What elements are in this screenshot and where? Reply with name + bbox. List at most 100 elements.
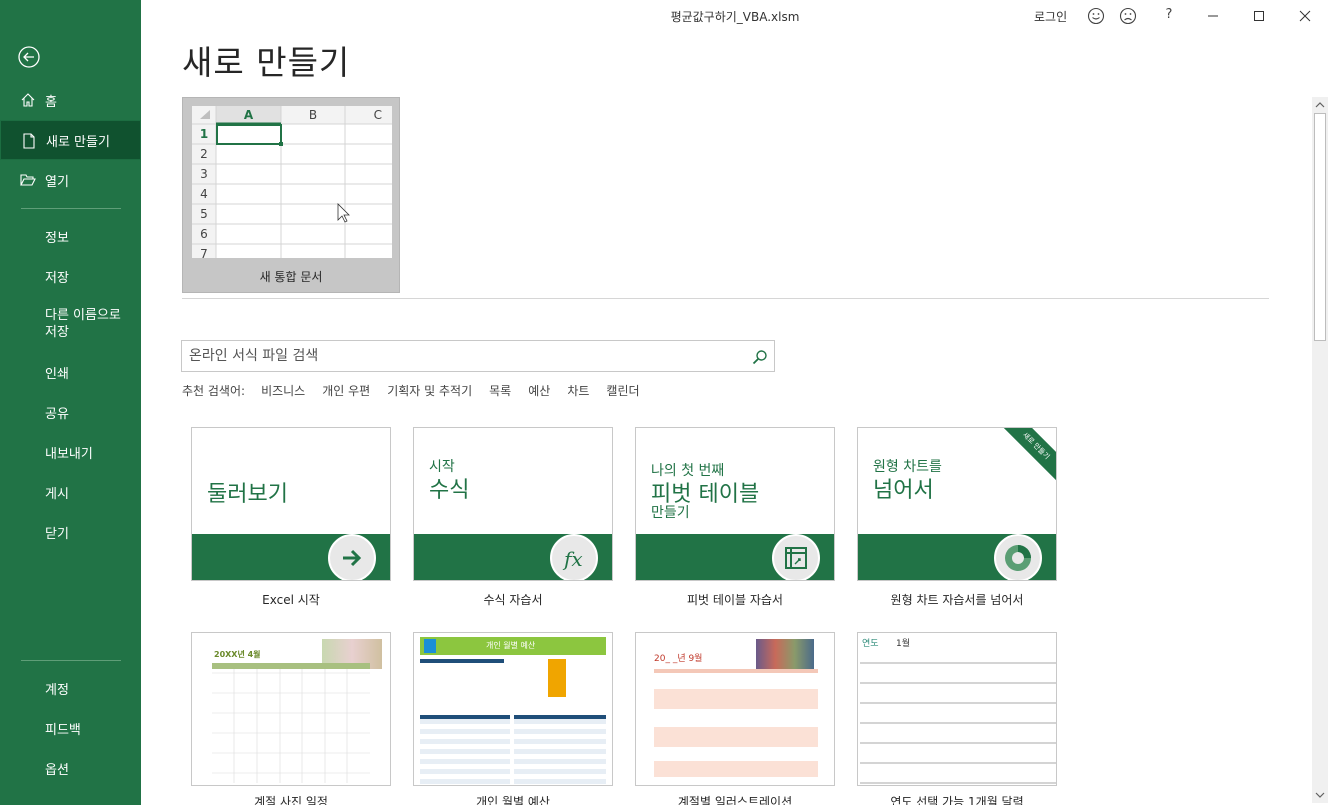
column-header-b: B	[308, 108, 318, 122]
function-fx-icon: fx	[550, 534, 598, 580]
template-search-input[interactable]	[189, 346, 749, 366]
row-header-6: 6	[200, 227, 208, 241]
template-label: 계절 사진 일정	[254, 795, 328, 805]
template-personal-monthly-budget[interactable]: 개인 월별 예산	[413, 632, 613, 786]
signin-link[interactable]: 로그인	[1034, 8, 1067, 25]
sidebar-item-options[interactable]: 옵션	[0, 748, 141, 788]
suggested-label: 추천 검색어:	[182, 384, 246, 398]
blank-workbook-label: 새 통합 문서	[259, 270, 323, 284]
sidebar-item-open[interactable]: 열기	[0, 160, 141, 200]
search-icon[interactable]	[752, 349, 768, 365]
title-bar: 평균값구하기_VBA.xlsm	[141, 0, 1329, 32]
template-label: 수식 자습서	[483, 593, 543, 607]
close-button[interactable]	[1282, 0, 1328, 32]
sidebar-item-label: 새로 만들기	[46, 134, 110, 150]
template-formula[interactable]: 시작 수식 fx	[413, 427, 613, 581]
close-icon	[1299, 10, 1311, 22]
sidebar-item-share[interactable]: 공유	[0, 392, 141, 432]
template-pie-chart[interactable]: 새로 만들기 원형 차트를 넘어서	[857, 427, 1057, 581]
template-label: 원형 차트 자습서를 넘어서	[890, 593, 1024, 607]
row-header-2: 2	[200, 147, 208, 161]
row-header-5: 5	[200, 207, 208, 221]
template-heading: 개인 월별 예산	[486, 641, 536, 650]
calendar-grid-lines	[212, 669, 370, 783]
template-week-row	[654, 689, 818, 709]
sidebar-item-label: 옵션	[45, 762, 69, 778]
template-weekday-bar	[654, 669, 818, 673]
blank-workbook-tile[interactable]: A B C 1 2 3 4 5 6 7 새 통합 문서	[182, 97, 400, 293]
template-label: 피벗 테이블 자습서	[687, 593, 783, 607]
suggested-searches: 추천 검색어: 비즈니스 개인 우편 기획자 및 추적기 목록 예산 차트 캘린…	[182, 382, 657, 399]
template-seasonal-photo-calendar[interactable]: 20XX년 4월	[191, 632, 391, 786]
svg-text:fx: fx	[562, 547, 583, 571]
sidebar-item-label: 인쇄	[45, 366, 69, 382]
template-seasonal-illustration[interactable]: 20_ _년 9월	[635, 632, 835, 786]
vertical-scrollbar[interactable]	[1312, 97, 1328, 803]
help-button[interactable]: ?	[1160, 7, 1178, 25]
template-highlight-block	[548, 659, 566, 697]
page-title: 새로 만들기	[182, 43, 351, 82]
sidebar-item-label: 저장	[45, 270, 69, 286]
template-label: 계절별 일러스트레이션	[677, 795, 793, 805]
calendar-grid-lines	[860, 662, 1056, 784]
maximize-button[interactable]	[1236, 0, 1282, 32]
template-week-row	[654, 727, 818, 747]
row-header-7: 7	[200, 247, 208, 258]
sidebar-item-label: 다른 이름으로 저장	[45, 308, 121, 340]
template-pivot[interactable]: 나의 첫 번째 피벗 테이블 만들기	[635, 427, 835, 581]
row-header-4: 4	[200, 187, 208, 201]
minimize-button[interactable]	[1190, 0, 1236, 32]
folder-open-icon	[20, 172, 36, 188]
sidebar-item-label: 정보	[45, 230, 69, 246]
template-label: 연도 선택 가능 1개월 달력	[890, 795, 1024, 805]
frown-feedback-icon[interactable]	[1119, 7, 1137, 25]
sidebar-item-home[interactable]: 홈	[0, 80, 141, 120]
sidebar-item-save[interactable]: 저장	[0, 256, 141, 296]
suggested-search-calendar[interactable]: 캘린더	[606, 382, 639, 399]
home-icon	[20, 92, 36, 108]
sidebar-item-save-as[interactable]: 다른 이름으로 저장	[0, 300, 141, 348]
section-divider	[182, 298, 1269, 299]
template-extra-text: 만들기	[651, 505, 690, 521]
template-tour[interactable]: 둘러보기	[191, 427, 391, 581]
template-year-month-calendar[interactable]: 연도 1월	[857, 632, 1057, 786]
suggested-search-personal-letter[interactable]: 개인 우편	[322, 382, 370, 399]
suggested-search-business[interactable]: 비즈니스	[261, 382, 305, 399]
scrollbar-thumb[interactable]	[1314, 113, 1326, 341]
sidebar-item-label: 열기	[45, 174, 69, 190]
sidebar-item-account[interactable]: 계정	[0, 668, 141, 708]
minimize-icon	[1208, 15, 1218, 17]
sidebar-item-new[interactable]: 새로 만들기	[0, 120, 141, 160]
suggested-search-chart[interactable]: 차트	[567, 382, 589, 399]
sidebar-item-label: 닫기	[45, 526, 69, 542]
pivot-table-icon	[772, 534, 820, 580]
sidebar-item-feedback[interactable]: 피드백	[0, 708, 141, 748]
new-document-icon	[21, 133, 37, 149]
scroll-down-icon	[1315, 792, 1325, 798]
scroll-up-icon	[1315, 102, 1325, 108]
sidebar-item-close[interactable]: 닫기	[0, 512, 141, 552]
document-title: 평균값구하기_VBA.xlsm	[670, 10, 800, 24]
sidebar-item-export[interactable]: 내보내기	[0, 432, 141, 472]
template-logo	[424, 639, 436, 653]
sidebar-item-info[interactable]: 정보	[0, 216, 141, 256]
new-ribbon-badge: 새로 만들기	[1000, 428, 1056, 482]
template-big-text: 둘러보기	[207, 482, 288, 507]
suggested-search-list[interactable]: 목록	[489, 382, 511, 399]
blank-workbook-preview: A B C 1 2 3 4 5 6 7	[192, 106, 392, 258]
pie-chart-icon	[994, 534, 1042, 580]
sidebar-item-publish[interactable]: 게시	[0, 472, 141, 512]
smile-feedback-icon[interactable]	[1087, 7, 1105, 25]
template-heading: 20_ _년 9월	[654, 654, 703, 664]
sidebar-item-label: 공유	[45, 406, 69, 422]
suggested-search-budget[interactable]: 예산	[528, 382, 550, 399]
sidebar-item-label: 피드백	[45, 722, 81, 738]
back-arrow-icon[interactable]	[17, 45, 41, 69]
sidebar-item-print[interactable]: 인쇄	[0, 352, 141, 392]
template-search-box	[181, 340, 775, 372]
row-header-1: 1	[199, 127, 209, 141]
backstage-sidebar: 홈 새로 만들기 열기 정보 저장 다른 이름으로 저장 인쇄 공유 내보내기 …	[0, 0, 141, 805]
template-label: Excel 시작	[262, 593, 320, 607]
suggested-search-planner[interactable]: 기획자 및 추적기	[387, 382, 472, 399]
row-header-3: 3	[200, 167, 208, 181]
